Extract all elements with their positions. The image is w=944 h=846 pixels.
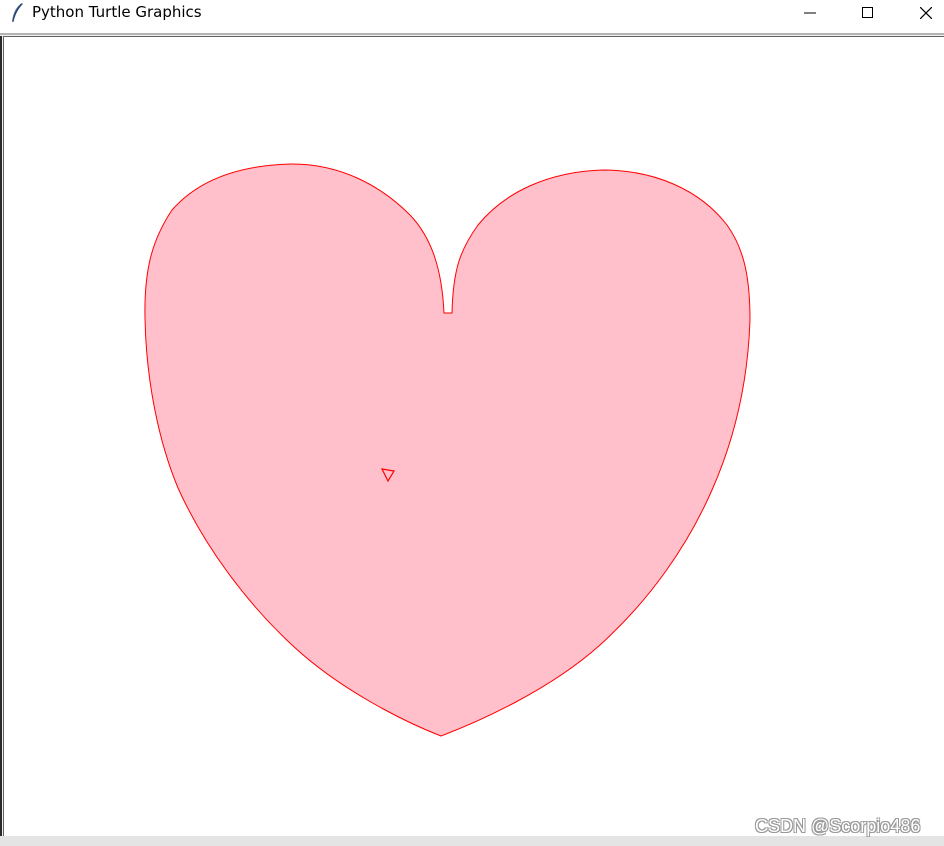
heart-shape [144, 163, 751, 737]
drawing-layer [144, 163, 751, 737]
turtle-window: Python Turtle Graphics CSDN @Scorpio486 [0, 0, 944, 846]
watermark: CSDN @Scorpio486 [755, 816, 921, 836]
